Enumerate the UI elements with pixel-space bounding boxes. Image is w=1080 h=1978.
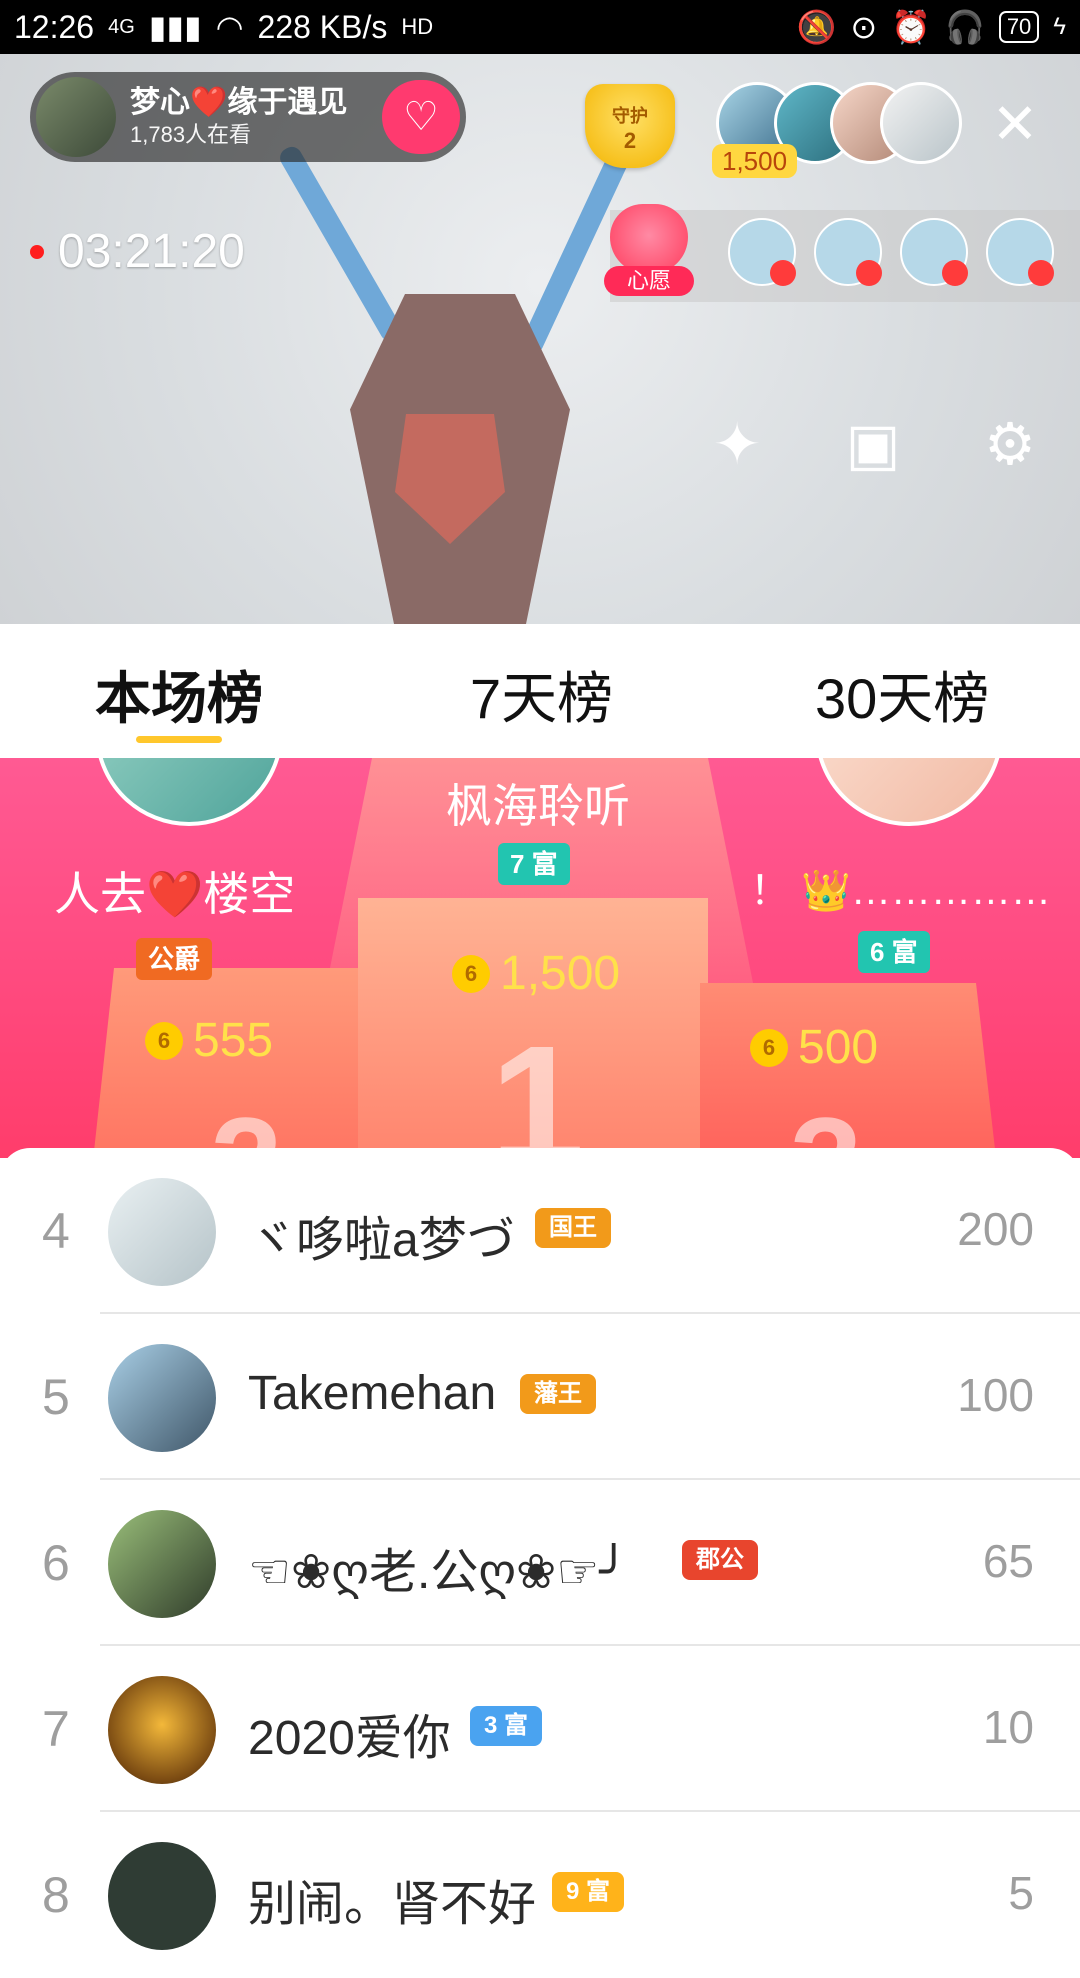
host-text: 梦心❤️缘于遇见 1,783人在看 (130, 85, 347, 149)
coin-icon: 6 (145, 1021, 183, 1060)
magic-wand-icon[interactable]: ✦ (697, 404, 777, 484)
rank-number: 7 (42, 1701, 70, 1757)
wifi-icon: ◠ (215, 9, 244, 45)
title-badge: 9 富 (552, 1872, 625, 1912)
rank-number: 6 (42, 1535, 70, 1591)
host-info-pill[interactable]: 梦心❤️缘于遇见 1,783人在看 ♡ (30, 72, 466, 162)
score: 10 (982, 1701, 1034, 1753)
user-name: 2020爱你 (248, 1712, 451, 1765)
host-avatar[interactable] (36, 77, 116, 157)
hd-icon: HD (401, 14, 434, 39)
guard-badge[interactable]: 守护 2 (585, 84, 675, 168)
second-place-avatar[interactable] (95, 758, 283, 826)
list-item[interactable]: 6 ☜❀ღ老.公ღ❀☞╯ 郡公 65 (0, 1480, 1080, 1646)
user-name: ヾ哆啦a梦づ (248, 1214, 515, 1267)
avatar[interactable] (108, 1510, 216, 1618)
list-item[interactable]: 8 别闹。肾不好 9 富 5 (0, 1812, 1080, 1978)
wish-strip[interactable]: 心愿 (604, 204, 1080, 302)
charging-icon: ϟ (1053, 13, 1066, 40)
second-place-badge: 公爵 (136, 938, 213, 980)
tab-current[interactable]: 本场榜 (95, 654, 263, 735)
audience-avatar[interactable] (880, 82, 962, 164)
headphones-icon: 🎧 (944, 9, 985, 45)
rank-number: 8 (42, 1867, 70, 1923)
live-time: 03:21:20 (58, 225, 245, 278)
second-place-name[interactable]: 人去❤️楼空 (54, 858, 295, 924)
second-place-coin-value: 555 (193, 1014, 274, 1067)
podium: 2 1 3 枫海聆听 7 富 6 1,500 人去❤️楼空 公爵 6 555 ！… (0, 758, 1080, 1158)
wish-heart-icon[interactable] (610, 204, 688, 274)
user-name: 别闹。肾不好 (248, 1878, 537, 1931)
network-icon: 4G (108, 15, 135, 38)
signal-icon: ▮▮▮ (148, 9, 202, 45)
user-name: ☜❀ღ老.公ღ❀☞╯ (248, 1546, 629, 1599)
follow-button[interactable]: ♡ (382, 80, 460, 154)
wish-avatar[interactable] (728, 218, 796, 286)
live-video[interactable]: 梦心❤️缘于遇见 1,783人在看 ♡ 守护 2 1,500 ✕ 03:21:2… (0, 54, 1080, 624)
wish-avatar[interactable] (814, 218, 882, 286)
gear-icon[interactable]: ⚙ (970, 404, 1050, 484)
rank-number: 4 (42, 1203, 70, 1259)
third-place-name[interactable]: ！ 👑…………… (750, 858, 1051, 916)
alarm-icon: ⏰ (891, 9, 931, 45)
lock-rotation-icon: ⊙ (850, 9, 878, 45)
wish-avatar[interactable] (900, 218, 968, 286)
rank-number: 5 (42, 1369, 70, 1425)
live-timer: 03:21:20 (30, 224, 245, 279)
first-place-badge: 7 富 (498, 843, 570, 885)
title-badge: 藩王 (520, 1374, 596, 1414)
active-tab-indicator (136, 736, 222, 743)
third-place-badge: 6 富 (858, 931, 930, 973)
heart-plus-icon: ♡ (403, 95, 439, 139)
ranking-list[interactable]: 4 ヾ哆啦a梦づ 国王 200 5 Takemehan 藩王 100 6 ☜❀ღ… (0, 1148, 1080, 1950)
avatar[interactable] (108, 1842, 216, 1950)
battery-icon: 70 (998, 11, 1040, 43)
title-badge: 郡公 (682, 1540, 758, 1580)
third-place-avatar[interactable] (815, 758, 1003, 826)
title-badge: 国王 (535, 1208, 611, 1248)
status-bar: 12:26 4G ▮▮▮ ◠ 228 KB/s HD 🔕 ⊙ ⏰ 🎧 70 ϟ (0, 0, 1080, 54)
list-item[interactable]: 7 2020爱你 3 富 10 (0, 1646, 1080, 1812)
ranking-tabs: 本场榜 7天榜 30天榜 (0, 624, 1080, 758)
score: 100 (957, 1369, 1034, 1421)
status-right: 🔕 ⊙ ⏰ 🎧 70 ϟ (796, 8, 1066, 46)
rank-1-number: 1 (490, 1011, 585, 1158)
speed-text: 228 KB/s (257, 8, 388, 45)
status-left: 12:26 4G ▮▮▮ ◠ 228 KB/s HD (14, 8, 433, 46)
antler-left (276, 143, 406, 345)
wish-label: 心愿 (604, 266, 694, 296)
user-name: Takemehan (248, 1367, 497, 1420)
score: 5 (1008, 1867, 1034, 1919)
coin-icon: 6 (452, 954, 490, 993)
coin-icon: 6 (750, 1028, 788, 1067)
host-name: 梦心❤️缘于遇见 (130, 86, 348, 119)
first-place-coins: 6 1,500 (452, 946, 620, 1001)
list-item[interactable]: 4 ヾ哆啦a梦づ 国王 200 (0, 1148, 1080, 1314)
viewer-count: 1,783人在看 (130, 122, 252, 147)
live-dot-icon (30, 244, 44, 259)
third-place-coins: 6 500 (750, 1020, 878, 1075)
third-place-coin-value: 500 (798, 1021, 879, 1074)
avatar[interactable] (108, 1344, 216, 1452)
title-badge: 3 富 (470, 1706, 543, 1746)
status-time: 12:26 (14, 8, 95, 45)
first-place-coin-value: 1,500 (500, 947, 621, 1000)
mute-bell-icon: 🔕 (796, 9, 837, 45)
guard-count: 2 (623, 128, 637, 153)
top-contribution-badge: 1,500 (712, 144, 798, 178)
avatar[interactable] (108, 1178, 216, 1286)
score: 65 (982, 1535, 1034, 1587)
guard-label: 守护 (612, 106, 648, 126)
avatar[interactable] (108, 1676, 216, 1784)
tab-7-days[interactable]: 7天榜 (470, 654, 613, 735)
wish-avatar[interactable] (986, 218, 1054, 286)
close-icon[interactable]: ✕ (985, 94, 1045, 154)
first-place-name[interactable]: 枫海聆听 (446, 770, 630, 836)
second-place-coins: 6 555 (145, 1013, 273, 1068)
list-item[interactable]: 5 Takemehan 藩王 100 (0, 1314, 1080, 1480)
tab-30-days[interactable]: 30天榜 (815, 654, 989, 735)
camera-switch-icon[interactable]: ▣ (833, 404, 913, 484)
score: 200 (957, 1203, 1034, 1255)
